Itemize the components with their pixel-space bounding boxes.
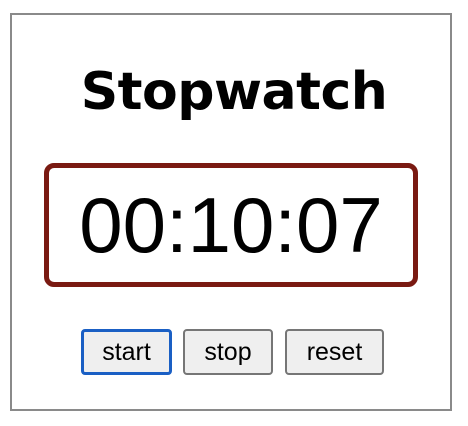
timer-display: 00:10:07 — [44, 163, 418, 287]
start-button[interactable]: start — [81, 329, 172, 375]
timer-value: 00:10:07 — [79, 181, 383, 269]
stop-button[interactable]: stop — [183, 329, 273, 375]
reset-button[interactable]: reset — [285, 329, 384, 375]
page-title: Stopwatch — [80, 62, 388, 122]
